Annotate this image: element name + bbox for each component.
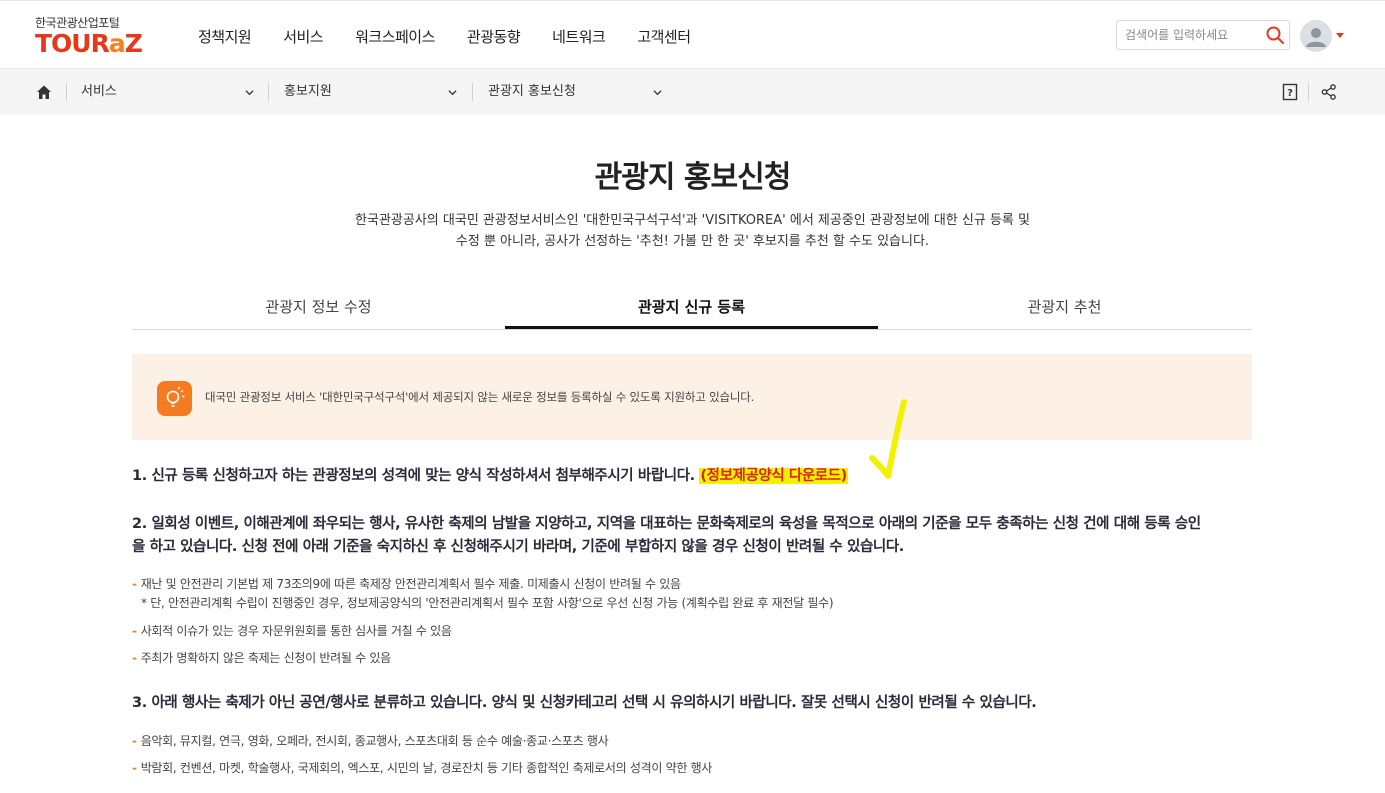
list-item: - 주최가 명확하지 않은 축제는 신청이 반려될 수 있음	[132, 649, 391, 668]
bullet-marker: -	[132, 624, 137, 638]
bullet-marker: -	[132, 651, 137, 665]
tab-edit-info[interactable]: 관광지 정보 수정	[132, 288, 505, 329]
breadcrumb-item-current[interactable]: 관광지 홍보신청	[488, 69, 576, 115]
toolbar-divider	[1308, 83, 1309, 101]
bullet-marker: -	[132, 577, 137, 591]
chevron-down-icon[interactable]	[448, 88, 457, 97]
chevron-down-icon[interactable]	[245, 88, 254, 97]
list-item-text: 박람회, 컨벤션, 마켓, 학술행사, 국제회의, 엑스포, 시민의 날, 경로…	[140, 761, 713, 775]
guideline-2: 2. 일회성 이벤트, 이해관계에 좌우되는 행사, 유사한 축제의 남발을 지…	[132, 513, 1252, 559]
nav-item-support[interactable]: 고객센터	[637, 26, 691, 47]
breadcrumb: 서비스 홍보지원 관광지 홍보신청 ?	[0, 69, 1385, 115]
guideline-2-line: 을 하고 있습니다. 신청 전에 아래 기준을 숙지하신 후 신청해주시기 바라…	[132, 539, 904, 555]
tab-bar: 관광지 정보 수정 관광지 신규 등록 관광지 추천	[132, 288, 1252, 330]
guideline-1: 1. 신규 등록 신청하고자 하는 관광정보의 성격에 맞는 양식 작성하셔서 …	[132, 465, 1252, 488]
help-icon[interactable]: ?	[1281, 83, 1299, 101]
breadcrumb-item-promotion[interactable]: 홍보지원	[284, 69, 332, 115]
notice-box: 대국민 관광정보 서비스 '대한민국구석구석'에서 제공되지 않는 새로운 정보…	[132, 354, 1252, 440]
logo-wordmark-accent: a	[108, 29, 126, 58]
guideline-3: 3. 아래 행사는 축제가 아닌 공연/행사로 분류하고 있습니다. 양식 및 …	[132, 695, 1037, 711]
site-header: 한국관광산업포털 TOURaZ 정책지원 서비스 워크스페이스 관광동향 네트워…	[0, 4, 1385, 69]
nav-item-network[interactable]: 네트워크	[552, 26, 606, 47]
user-avatar[interactable]	[1300, 20, 1332, 52]
search-input[interactable]	[1125, 26, 1255, 44]
chevron-down-icon[interactable]	[653, 88, 662, 97]
search-icon[interactable]	[1265, 25, 1285, 45]
share-icon[interactable]	[1320, 83, 1338, 101]
nav-item-trends[interactable]: 관광동향	[467, 26, 521, 47]
home-icon[interactable]	[35, 83, 53, 101]
user-icon	[1306, 28, 1326, 47]
logo-wordmark-part: TOUR	[35, 29, 110, 58]
list-item-text: 음악회, 뮤지컬, 연극, 영화, 오페라, 전시회, 종교행사, 스포츠대회 …	[140, 734, 609, 748]
search-box	[1116, 20, 1290, 50]
list-item-text: 주최가 명확하지 않은 축제는 신청이 반려될 수 있음	[140, 651, 391, 665]
bullet-marker: -	[132, 734, 137, 748]
tab-recommend[interactable]: 관광지 추천	[878, 288, 1251, 329]
form-download-link[interactable]: (정보제공양식 다운로드)	[699, 468, 848, 484]
guideline-1-text: 1. 신규 등록 신청하고자 하는 관광정보의 성격에 맞는 양식 작성하셔서 …	[132, 468, 700, 484]
list-item-text: 재난 및 안전관리 기본법 제 73조의9에 따른 축제장 안전관리계획서 필수…	[140, 577, 681, 591]
svg-text:?: ?	[1287, 88, 1293, 99]
logo-subtitle: 한국관광산업포털	[35, 16, 120, 30]
lightbulb-icon	[157, 381, 192, 416]
checkmark-annotation-icon	[869, 399, 907, 479]
intro-line: 수정 뿐 아니라, 공사가 선정하는 '추천! 가볼 만 한 곳' 후보지를 추…	[455, 234, 930, 249]
list-item: - 박람회, 컨벤션, 마켓, 학술행사, 국제회의, 엑스포, 시민의 날, 경…	[132, 759, 712, 778]
list-item-text: * 단, 안전관리계획 수립이 진행중인 경우, 정보제공양식의 '안전관리계획…	[141, 596, 834, 610]
logo-wordmark-end: Z	[124, 29, 143, 58]
main-navigation: 정책지원 서비스 워크스페이스 관광동향 네트워크 고객센터	[198, 4, 723, 68]
breadcrumb-divider	[268, 83, 269, 101]
logo-wordmark: TOURaZ	[35, 29, 143, 58]
guideline-2-line: 2. 일회성 이벤트, 이해관계에 좌우되는 행사, 유사한 축제의 남발을 지…	[132, 516, 1201, 532]
list-item-note: * 단, 안전관리계획 수립이 진행중인 경우, 정보제공양식의 '안전관리계획…	[141, 594, 834, 613]
list-item: - 재난 및 안전관리 기본법 제 73조의9에 따른 축제장 안전관리계획서 필…	[132, 575, 681, 594]
page-title: 관광지 홍보신청	[594, 160, 792, 195]
list-item: - 음악회, 뮤지컬, 연극, 영화, 오페라, 전시회, 종교행사, 스포츠대회…	[132, 732, 609, 751]
breadcrumb-item-service[interactable]: 서비스	[81, 69, 117, 115]
nav-item-service[interactable]: 서비스	[283, 26, 323, 47]
list-item: - 사회적 이슈가 있는 경우 자문위원회를 통한 심사를 거칠 수 있음	[132, 622, 452, 641]
user-menu-caret-icon[interactable]	[1336, 33, 1344, 38]
nav-item-workspace[interactable]: 워크스페이스	[355, 26, 435, 47]
breadcrumb-divider	[472, 83, 473, 101]
tab-new-registration[interactable]: 관광지 신규 등록	[505, 288, 878, 329]
nav-item-policy[interactable]: 정책지원	[198, 26, 252, 47]
page-intro: 한국관광공사의 대국민 관광정보서비스인 '대한민국구석구석'과 'VISITK…	[300, 210, 1085, 252]
list-item-text: 사회적 이슈가 있는 경우 자문위원회를 통한 심사를 거칠 수 있음	[140, 624, 452, 638]
notice-text: 대국민 관광정보 서비스 '대한민국구석구석'에서 제공되지 않는 새로운 정보…	[205, 390, 755, 404]
site-logo[interactable]: 한국관광산업포털 TOURaZ	[35, 16, 143, 58]
breadcrumb-divider	[66, 83, 67, 101]
intro-line: 한국관광공사의 대국민 관광정보서비스인 '대한민국구석구석'과 'VISITK…	[355, 213, 1030, 228]
bullet-marker: -	[132, 761, 137, 775]
